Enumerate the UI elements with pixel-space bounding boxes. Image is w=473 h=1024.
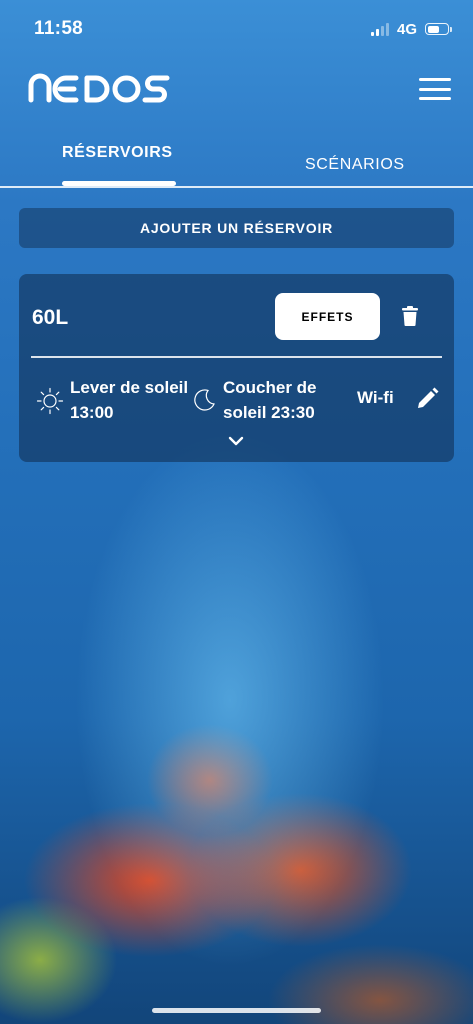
network-type: 4G: [396, 20, 417, 38]
cellular-signal-icon: [370, 22, 389, 36]
add-reservoir-button[interactable]: AJOUTER UN RÉSERVOIR: [19, 208, 454, 248]
status-indicators: 4G: [370, 20, 452, 38]
card-divider: [31, 356, 442, 358]
tank-name: 60L: [32, 306, 69, 329]
edit-pencil-icon[interactable]: [415, 387, 439, 416]
sunrise-time[interactable]: Lever de soleil 13:00: [70, 375, 190, 425]
connection-type: Wi-fi: [357, 388, 394, 407]
hamburger-menu-icon[interactable]: [419, 78, 451, 100]
battery-icon: [425, 23, 452, 35]
home-indicator[interactable]: [152, 1008, 321, 1013]
tab-reservoirs[interactable]: RÉSERVOIRS: [62, 144, 173, 162]
sun-icon: [36, 387, 64, 420]
nedos-logo-icon: [28, 73, 170, 103]
tab-scenarios[interactable]: SCÉNARIOS: [305, 156, 405, 174]
tabs-divider: [0, 186, 473, 188]
chevron-down-icon[interactable]: [227, 434, 245, 452]
tank-card: 60L EFFETS Lever de soleil 13:00 Coucher…: [19, 274, 454, 462]
effects-button[interactable]: EFFETS: [275, 293, 380, 340]
status-time: 11:58: [34, 18, 84, 39]
trash-icon[interactable]: [402, 306, 418, 331]
moon-icon: [191, 387, 217, 418]
app-logo: [28, 73, 170, 108]
sunset-time[interactable]: Coucher de soleil 23:30: [223, 375, 343, 425]
